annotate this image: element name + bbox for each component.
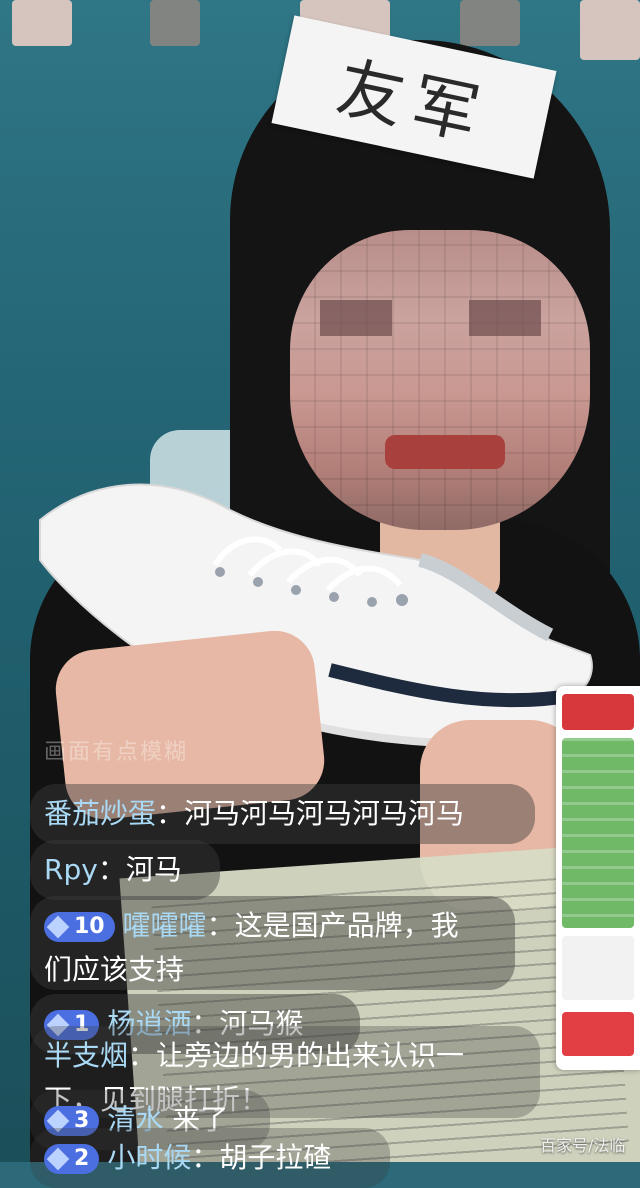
ceiling-light (580, 0, 640, 60)
chat-message[interactable]: 番茄炒蛋：河马河马河马河马河马 (30, 784, 535, 844)
chat-text: 这是国产品牌，我 (234, 909, 459, 942)
mouth (385, 435, 505, 469)
chat-message[interactable]: 10 嚯嚯嚯：这是国产品牌，我 们应该支持 (30, 896, 515, 990)
promo-content (562, 738, 634, 928)
chat-username[interactable]: 嚯嚯嚯 (123, 909, 207, 942)
chat-username[interactable]: 番茄炒蛋 (44, 797, 156, 830)
chat-text-continued: 们应该支持 (44, 953, 185, 986)
chat-text: 让旁边的男的出来认识一 (156, 1039, 465, 1072)
chat-username[interactable]: Rpy (44, 853, 98, 886)
diamond-level-icon (46, 915, 70, 939)
chat-separator: ： (128, 1039, 157, 1072)
eyes (320, 300, 560, 336)
promo-card[interactable] (556, 686, 640, 1070)
user-level-badge: 10 (44, 912, 115, 942)
chat-separator: ： (206, 909, 235, 942)
chat-separator: ： (191, 1141, 220, 1174)
diamond-level-icon (46, 1147, 70, 1171)
chat-message[interactable]: 2 小时候：胡子拉碴 (30, 1128, 390, 1188)
chat-separator: ： (97, 853, 126, 886)
ceiling-light (12, 0, 72, 46)
user-level-badge: 2 (44, 1144, 100, 1174)
chat-separator: ： (156, 797, 185, 830)
chat-text: 河马 (125, 853, 182, 886)
chat-text: 胡子拉碴 (219, 1141, 332, 1174)
chat-message[interactable]: Rpy：河马 (30, 840, 220, 900)
chat-username[interactable]: 小时候 (107, 1141, 191, 1174)
ceiling-light (460, 0, 520, 46)
chat-text: 河马河马河马河马河马 (184, 797, 465, 830)
chat-username[interactable]: 半支烟 (44, 1039, 128, 1072)
promo-buy-button[interactable] (562, 1012, 634, 1056)
promo-header (562, 694, 634, 730)
promo-info (562, 936, 634, 1000)
ceiling-light (150, 0, 200, 46)
